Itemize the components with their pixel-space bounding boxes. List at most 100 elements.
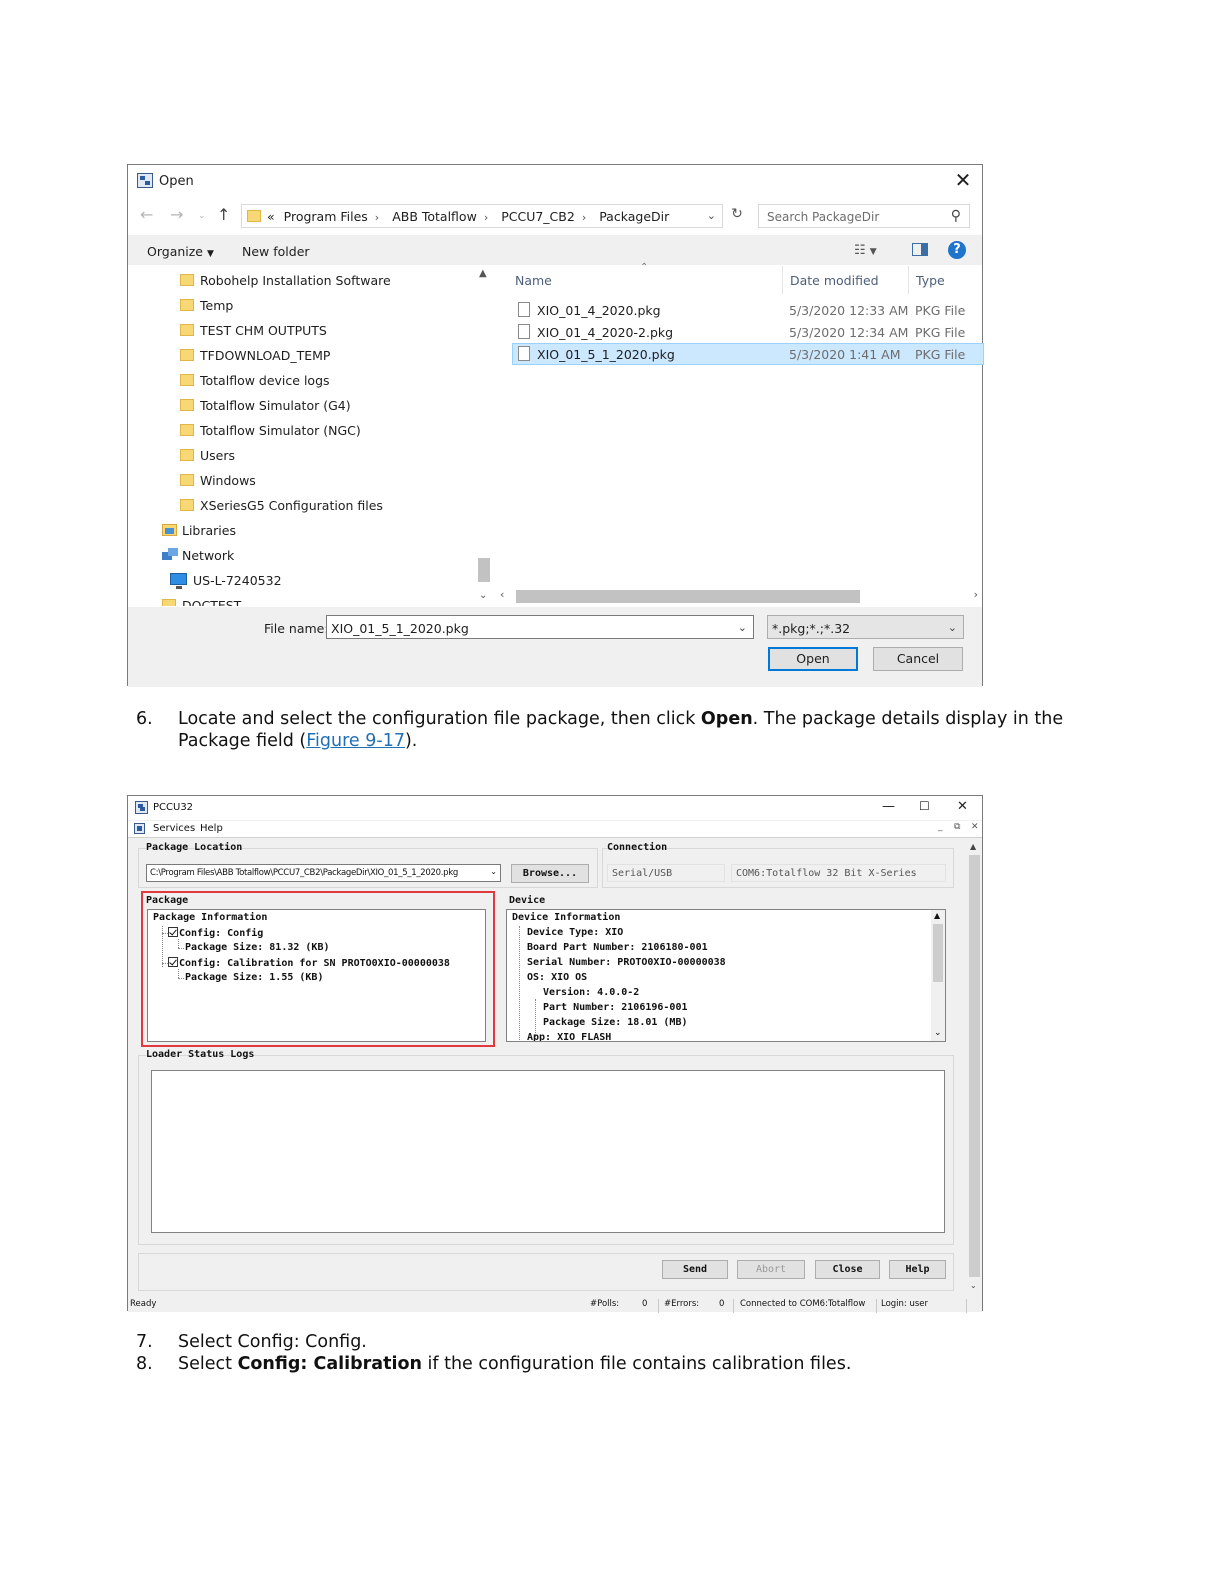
scroll-up-icon[interactable]: ▲ bbox=[934, 911, 940, 920]
sort-ascending-icon: ⌃ bbox=[640, 262, 649, 273]
browse-button[interactable]: Browse... bbox=[511, 864, 589, 883]
mdi-minimize-icon[interactable]: _ bbox=[938, 822, 943, 832]
scroll-thumb[interactable] bbox=[478, 558, 490, 582]
navigation-bar: ← → ⌄ ↑ « Program Files › ABB Totalflow › … bbox=[128, 201, 982, 231]
breadcrumb-overflow[interactable]: « bbox=[267, 209, 275, 224]
filter-value: *.pkg;*.;*.32 bbox=[772, 621, 851, 636]
search-input[interactable]: Search PackageDir ⚲ bbox=[758, 204, 970, 228]
file-row-selected[interactable]: XIO_01_5_1_2020.pkg 5/3/2020 1:41 AM PKG… bbox=[512, 343, 984, 365]
breadcrumb: « Program Files › ABB Totalflow › PCCU7_CB… bbox=[267, 209, 674, 224]
nav-item-label: TEST CHM OUTPUTS bbox=[200, 323, 327, 338]
file-row[interactable]: XIO_01_4_2020-2.pkg 5/3/2020 12:34 AM PK… bbox=[512, 321, 984, 343]
step-text: ). bbox=[404, 731, 418, 751]
column-divider[interactable] bbox=[782, 266, 783, 294]
navigation-pane: Robohelp Installation Software Temp TEST… bbox=[128, 266, 492, 606]
step-7: 7. Select Config: Config. bbox=[136, 1331, 1096, 1353]
nav-item-label: Windows bbox=[200, 473, 256, 488]
chevron-down-icon: ⌄ bbox=[947, 621, 957, 634]
window-scrollbar[interactable]: ▲ ⌄ bbox=[967, 841, 982, 1293]
dialog-title-bar: Open ✕ bbox=[128, 165, 982, 197]
forward-arrow-icon[interactable]: → bbox=[170, 205, 183, 224]
organize-button[interactable]: Organize ▼ bbox=[147, 244, 214, 259]
help-button[interactable]: Help bbox=[889, 1260, 946, 1279]
loader-status-label: Loader Status Logs bbox=[146, 1049, 255, 1060]
open-button[interactable]: Open bbox=[768, 647, 858, 671]
view-options-icon[interactable]: ☷ ▼ bbox=[854, 243, 877, 258]
document-icon[interactable] bbox=[134, 823, 145, 834]
column-header-type[interactable]: Type bbox=[916, 273, 945, 288]
file-list-scrollbar[interactable]: ‹ › bbox=[498, 587, 982, 605]
maximize-icon[interactable]: ☐ bbox=[919, 799, 930, 813]
up-arrow-icon[interactable]: ↑ bbox=[217, 205, 230, 224]
minimize-icon[interactable]: — bbox=[882, 799, 895, 814]
address-bar[interactable]: « Program Files › ABB Totalflow › PCCU7_CB… bbox=[241, 204, 723, 228]
chevron-down-icon[interactable]: ⌄ bbox=[738, 621, 747, 634]
dialog-title: Open bbox=[159, 174, 194, 189]
package-path-value: C:\Program Files\ABB Totalflow\PCCU7_CB2… bbox=[150, 868, 458, 878]
folder-icon bbox=[180, 474, 194, 486]
search-icon: ⚲ bbox=[950, 208, 961, 224]
recent-locations-icon[interactable]: ⌄ bbox=[198, 211, 206, 221]
chevron-right-icon: › bbox=[374, 211, 380, 224]
menu-services[interactable]: Services bbox=[153, 823, 195, 834]
step-number: 8. bbox=[136, 1354, 153, 1374]
errors-label: #Errors: bbox=[664, 1299, 700, 1309]
column-header-date[interactable]: Date modified bbox=[790, 273, 879, 288]
scroll-thumb[interactable] bbox=[969, 855, 980, 1277]
file-type-filter[interactable]: *.pkg;*.;*.32 ⌄ bbox=[767, 615, 964, 639]
file-row[interactable]: XIO_01_4_2020.pkg 5/3/2020 12:33 AM PKG … bbox=[512, 299, 984, 321]
app-icon bbox=[135, 801, 148, 814]
organize-label: Organize bbox=[147, 244, 203, 259]
figure-link[interactable]: Figure 9-17 bbox=[306, 731, 405, 751]
step-bold: Config: Calibration bbox=[237, 1354, 422, 1374]
scroll-down-icon[interactable]: ⌄ bbox=[479, 590, 487, 601]
tree-node-label: Package Size: 18.01 (MB) bbox=[543, 1017, 688, 1028]
navigation-scrollbar[interactable]: ▲ ⌄ bbox=[476, 266, 492, 606]
new-folder-button[interactable]: New folder bbox=[242, 244, 310, 259]
close-icon[interactable]: ✕ bbox=[957, 799, 968, 814]
package-path-select[interactable]: C:\Program Files\ABB Totalflow\PCCU7_CB2… bbox=[146, 864, 501, 882]
file-name-value: XIO_01_5_1_2020.pkg bbox=[331, 621, 469, 636]
send-button[interactable]: Send bbox=[662, 1260, 728, 1279]
scroll-down-icon[interactable]: ⌄ bbox=[970, 1281, 977, 1290]
scroll-up-icon[interactable]: ▲ bbox=[970, 842, 976, 851]
device-tree[interactable]: Device Information Device Type: XIO Boar… bbox=[506, 909, 946, 1042]
status-divider bbox=[876, 1299, 877, 1313]
mdi-close-icon[interactable]: ✕ bbox=[971, 822, 979, 832]
mdi-restore-icon[interactable]: ⧉ bbox=[954, 822, 960, 832]
scroll-up-icon[interactable]: ▲ bbox=[479, 268, 487, 279]
abort-button[interactable]: Abort bbox=[737, 1260, 805, 1279]
device-tree-scrollbar[interactable]: ▲ ⌄ bbox=[931, 910, 945, 1041]
chevron-down-icon[interactable]: ⌄ bbox=[707, 209, 716, 222]
cancel-button[interactable]: Cancel bbox=[873, 647, 963, 671]
breadcrumb-program-files[interactable]: Program Files bbox=[284, 209, 368, 224]
nav-item-label: Totalflow Simulator (G4) bbox=[200, 398, 351, 413]
nav-item-label: Users bbox=[200, 448, 236, 463]
file-name-field[interactable]: XIO_01_5_1_2020.pkg ⌄ bbox=[326, 615, 754, 639]
breadcrumb-pccu7-cb2[interactable]: PCCU7_CB2 bbox=[501, 209, 575, 224]
nav-item-label: Temp bbox=[200, 298, 234, 313]
refresh-icon[interactable]: ↻ bbox=[728, 206, 746, 224]
scroll-right-icon[interactable]: › bbox=[974, 588, 978, 601]
back-arrow-icon[interactable]: ← bbox=[140, 205, 153, 224]
scroll-thumb[interactable] bbox=[933, 924, 943, 982]
column-divider[interactable] bbox=[908, 266, 909, 294]
breadcrumb-packagedir[interactable]: PackageDir bbox=[599, 209, 669, 224]
search-placeholder: Search PackageDir bbox=[767, 210, 880, 224]
scroll-left-icon[interactable]: ‹ bbox=[500, 588, 504, 601]
loader-status-log[interactable] bbox=[151, 1070, 945, 1233]
close-button[interactable]: Close bbox=[815, 1260, 880, 1279]
close-icon[interactable]: ✕ bbox=[952, 169, 974, 191]
menu-help[interactable]: Help bbox=[200, 823, 223, 834]
preview-pane-icon[interactable] bbox=[912, 243, 928, 256]
device-tree-root: Device Information bbox=[512, 912, 621, 923]
package-location-label: Package Location bbox=[146, 842, 243, 853]
help-icon[interactable]: ? bbox=[948, 241, 966, 259]
file-name-label: File name: bbox=[264, 621, 329, 636]
scroll-thumb[interactable] bbox=[516, 590, 860, 603]
scroll-down-icon[interactable]: ⌄ bbox=[934, 1028, 942, 1038]
step-text: Select bbox=[178, 1354, 238, 1374]
column-header-name[interactable]: Name bbox=[515, 273, 552, 288]
breadcrumb-abb-totalflow[interactable]: ABB Totalflow bbox=[392, 209, 477, 224]
folder-icon bbox=[180, 299, 194, 311]
